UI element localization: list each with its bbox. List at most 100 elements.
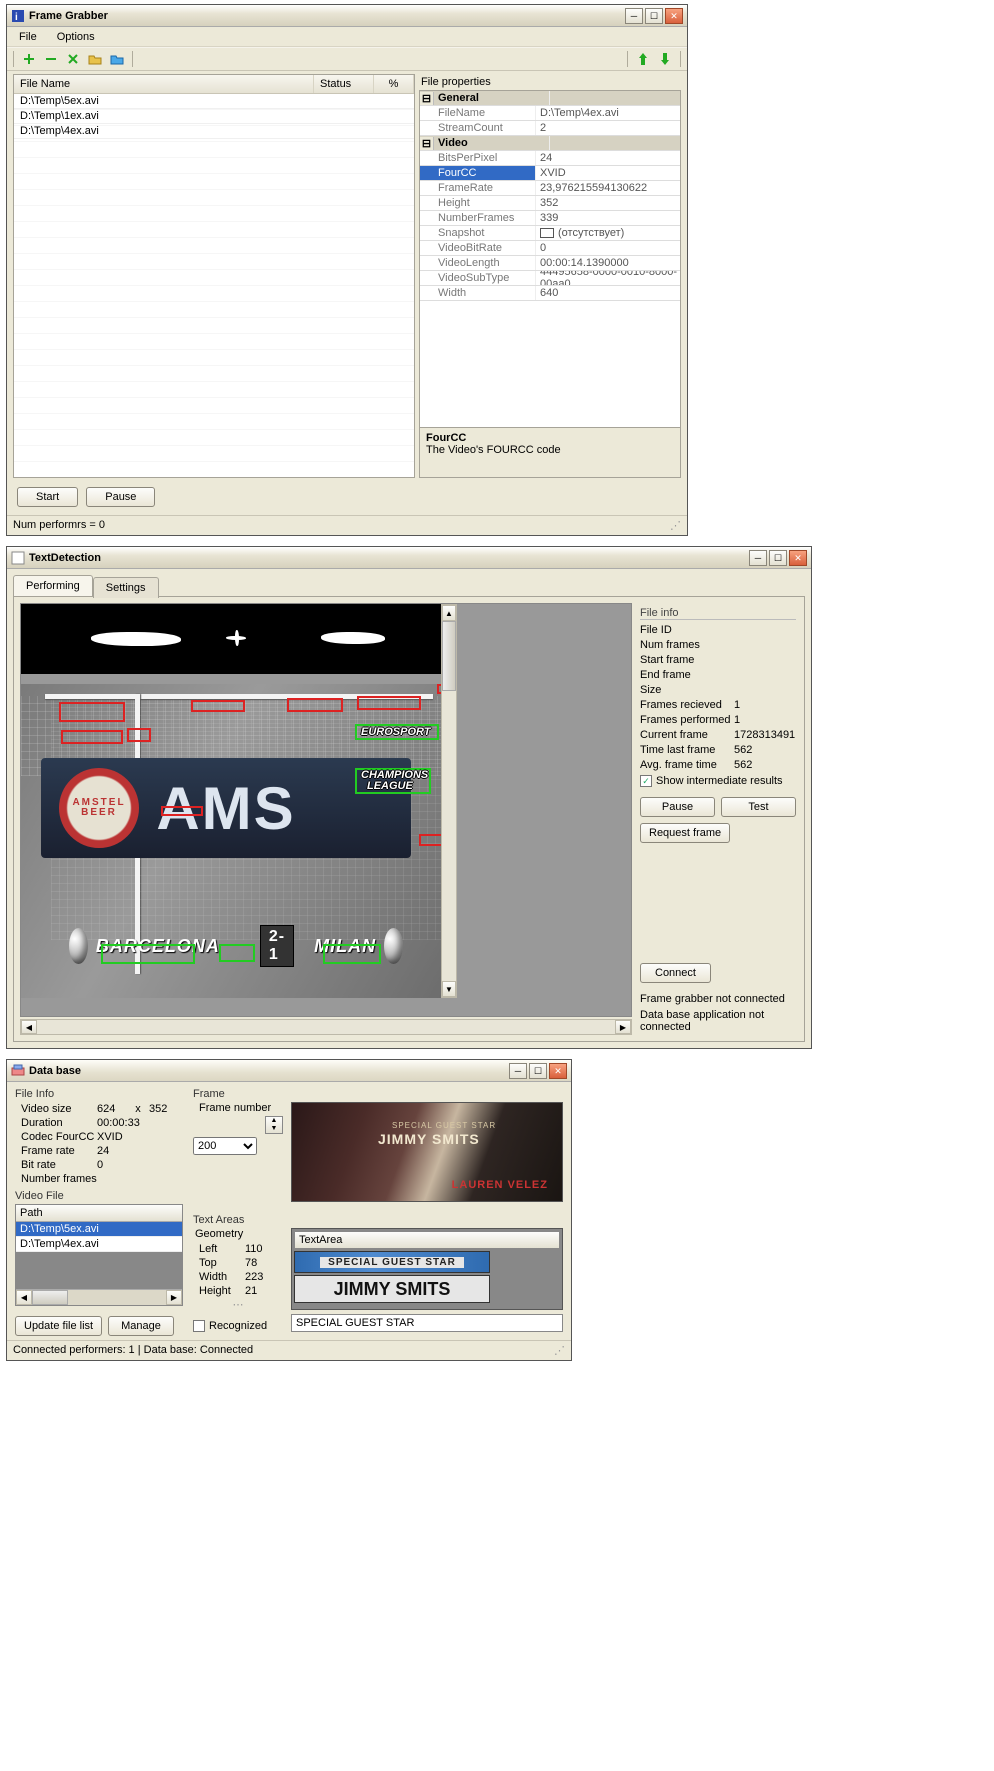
list-item[interactable]: D:\Temp\5ex.avi [14, 94, 414, 109]
col-path[interactable]: Path [16, 1205, 182, 1222]
list-item[interactable]: D:\Temp\4ex.avi [16, 1237, 182, 1252]
tab-performing[interactable]: Performing [13, 575, 93, 596]
svg-text:i: i [15, 12, 18, 23]
update-file-list-button[interactable]: Update file list [15, 1316, 102, 1336]
close-button[interactable]: ✕ [549, 1063, 567, 1079]
connect-button[interactable]: Connect [640, 963, 711, 983]
detection-box [219, 944, 255, 962]
detection-box [355, 724, 439, 740]
list-item[interactable]: D:\Temp\1ex.avi [14, 109, 414, 124]
app-icon [11, 1064, 25, 1078]
tabs: Performing Settings [7, 569, 811, 596]
properties-label: File properties [419, 74, 681, 90]
prop-snapshot[interactable]: Snapshot(отсутствует) [420, 226, 680, 241]
text-strip[interactable]: JIMMY SMITS [294, 1275, 490, 1303]
start-button[interactable]: Start [17, 487, 78, 507]
col-percent[interactable]: % [374, 75, 414, 93]
titlebar[interactable]: Data base ─ ☐ ✕ [7, 1060, 571, 1082]
detection-box [191, 700, 245, 712]
property-grid[interactable]: ⊟General FileNameD:\Temp\4ex.avi StreamC… [419, 90, 681, 478]
col-textarea[interactable]: TextArea [294, 1231, 560, 1249]
detection-box [127, 728, 151, 742]
show-intermediate-checkbox[interactable]: ✓Show intermediate results [640, 775, 796, 787]
col-status[interactable]: Status [314, 75, 374, 93]
window-title: Data base [29, 1065, 509, 1077]
detection-box [323, 944, 381, 964]
prop-bitsperpixel[interactable]: BitsPerPixel24 [420, 151, 680, 166]
category-general[interactable]: ⊟General [420, 91, 680, 106]
col-filename[interactable]: File Name [14, 75, 314, 93]
status-database: Data base application not connected [640, 1009, 796, 1033]
frame-number-select[interactable]: 200 [193, 1137, 257, 1155]
manage-button[interactable]: Manage [108, 1316, 174, 1336]
video-file-list[interactable]: Path D:\Temp\5ex.avi D:\Temp\4ex.avi ◀▶ [15, 1204, 183, 1306]
prop-streamcount[interactable]: StreamCount2 [420, 121, 680, 136]
file-list[interactable]: File Name Status % D:\Temp\5ex.avi D:\Te… [13, 74, 415, 478]
property-description: FourCC The Video's FOURCC code [420, 427, 680, 477]
test-button[interactable]: Test [721, 797, 796, 817]
menu-file[interactable]: File [9, 29, 47, 45]
tab-settings[interactable]: Settings [93, 577, 159, 598]
prop-fourcc[interactable]: FourCCXVID [420, 166, 680, 181]
titlebar[interactable]: TextDetection ─ ☐ ✕ [7, 547, 811, 569]
window-title: TextDetection [29, 552, 749, 564]
prop-height[interactable]: Height352 [420, 196, 680, 211]
detection-box [419, 834, 441, 846]
prop-filename[interactable]: FileNameD:\Temp\4ex.avi [420, 106, 680, 121]
horizontal-scrollbar[interactable]: ◀▶ [20, 1019, 632, 1035]
vertical-scrollbar[interactable]: ▲▼ [441, 604, 457, 998]
menubar: File Options [7, 27, 687, 47]
detection-box [61, 730, 123, 744]
file-properties-panel: File properties ⊟General FileNameD:\Temp… [419, 74, 681, 478]
frame-number-stepper[interactable]: ▲▼ [265, 1116, 283, 1134]
text-areas-group: Text Areas Geometry Left110 Top78 Width2… [193, 1214, 563, 1332]
app-icon: i [11, 9, 25, 23]
minimize-button[interactable]: ─ [625, 8, 643, 24]
statusbar: Num performrs = 0⋰ [7, 515, 687, 535]
prop-numberframes[interactable]: NumberFrames339 [420, 211, 680, 226]
recognized-checkbox[interactable]: Recognized [193, 1320, 283, 1332]
prop-framerate[interactable]: FrameRate23,976215594130622 [420, 181, 680, 196]
category-video[interactable]: ⊟Video [420, 136, 680, 151]
add-icon[interactable] [20, 50, 38, 68]
minimize-button[interactable]: ─ [509, 1063, 527, 1079]
detection-box [355, 768, 431, 794]
delete-icon[interactable] [64, 50, 82, 68]
save-icon[interactable] [108, 50, 126, 68]
move-up-icon[interactable] [634, 50, 652, 68]
move-down-icon[interactable] [656, 50, 674, 68]
close-button[interactable]: ✕ [789, 550, 807, 566]
pause-button[interactable]: Pause [640, 797, 715, 817]
window-title: Frame Grabber [29, 10, 625, 22]
request-frame-button[interactable]: Request frame [640, 823, 730, 843]
maximize-button[interactable]: ☐ [529, 1063, 547, 1079]
prop-videobitrate[interactable]: VideoBitRate0 [420, 241, 680, 256]
maximize-button[interactable]: ☐ [645, 8, 663, 24]
video-preview: AMSTELBEERAMS BARCELONA 2-1 MILAN [20, 603, 632, 1017]
remove-icon[interactable] [42, 50, 60, 68]
maximize-button[interactable]: ☐ [769, 550, 787, 566]
titlebar[interactable]: i Frame Grabber ─ ☐ ✕ [7, 5, 687, 27]
minimize-button[interactable]: ─ [749, 550, 767, 566]
text-strip[interactable]: SPECIAL GUEST STAR [294, 1251, 490, 1273]
detection-box [101, 944, 195, 964]
tab-content: AMSTELBEERAMS BARCELONA 2-1 MILAN [13, 596, 805, 1042]
horizontal-scrollbar[interactable]: ◀▶ [16, 1289, 182, 1305]
frame-preview: SPECIAL GUEST STAR JIMMY SMITS LAUREN VE… [291, 1102, 563, 1202]
prop-width[interactable]: Width640 [420, 286, 680, 301]
list-item[interactable]: D:\Temp\4ex.avi [14, 124, 414, 139]
menu-options[interactable]: Options [47, 29, 105, 45]
team-crest-icon [384, 928, 403, 964]
pause-button[interactable]: Pause [86, 487, 155, 507]
open-icon[interactable] [86, 50, 104, 68]
detection-box [357, 696, 421, 710]
detection-box [59, 702, 125, 722]
frame-group: Frame Frame number ▲▼ 200 [193, 1088, 563, 1210]
prop-videosubtype[interactable]: VideoSubType44495658-0000-0010-8000-00aa… [420, 271, 680, 286]
detection-box [161, 806, 203, 816]
prop-videolength[interactable]: VideoLength00:00:14.1390000 [420, 256, 680, 271]
list-item[interactable]: D:\Temp\5ex.avi [16, 1222, 182, 1237]
video-file-group: Video File Path D:\Temp\5ex.avi D:\Temp\… [15, 1190, 183, 1306]
close-button[interactable]: ✕ [665, 8, 683, 24]
toolbar [7, 47, 687, 71]
